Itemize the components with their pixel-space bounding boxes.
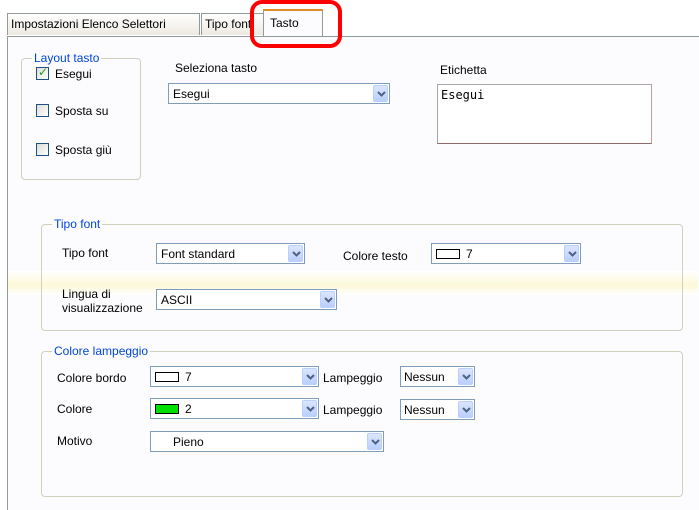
tab-bar: Impostazioni Elenco Selettori Tipo font … [0, 0, 699, 37]
tab-impostazioni-elenco-selettori[interactable]: Impostazioni Elenco Selettori [7, 13, 200, 35]
color-swatch [155, 404, 179, 414]
chevron-down-icon[interactable] [288, 245, 303, 262]
colore-lampeggio-title: Colore lampeggio [52, 344, 151, 358]
seleziona-tasto-label: Seleziona tasto [175, 61, 258, 75]
chevron-down-icon[interactable] [458, 368, 473, 385]
etichetta-label: Etichetta [440, 63, 487, 77]
color-swatch [155, 372, 179, 382]
motivo-select[interactable]: Pieno [150, 431, 384, 452]
selected-value: 7 [466, 247, 473, 261]
selected-value: Nessun [404, 370, 445, 384]
color-swatch [436, 249, 460, 259]
tipo-font-label: Tipo font [62, 246, 109, 260]
chevron-down-icon[interactable] [302, 368, 317, 385]
etichetta-textarea[interactable]: Esegui [437, 84, 652, 144]
motivo-label: Motivo [57, 434, 93, 448]
layout-tasto-title: Layout tasto [32, 51, 102, 65]
sposta-giu-checkbox[interactable] [36, 143, 49, 156]
chevron-down-icon[interactable] [458, 401, 473, 418]
colore-select[interactable]: 2 [150, 398, 319, 419]
colore-bordo-label: Colore bordo [57, 371, 127, 385]
selected-value: Pieno [173, 435, 204, 449]
chevron-down-icon[interactable] [373, 85, 388, 102]
selected-value: Font standard [161, 247, 236, 261]
selected-value: 2 [185, 402, 192, 416]
highlight-annotation [250, 0, 342, 48]
lampeggio-label-2: Lampeggio [323, 403, 383, 417]
sposta-giu-label: Sposta giù [55, 143, 112, 157]
seleziona-tasto-select[interactable]: Esegui [168, 83, 390, 104]
tipo-font-select[interactable]: Font standard [156, 243, 305, 264]
lampeggio-label-1: Lampeggio [323, 371, 383, 385]
checkmark-icon: ✓ [38, 65, 49, 79]
sposta-su-label: Sposta su [55, 104, 109, 118]
chevron-down-icon[interactable] [564, 245, 579, 262]
colore-label: Colore [57, 402, 93, 416]
tab-label: Impostazioni Elenco Selettori [11, 17, 166, 31]
chevron-down-icon[interactable] [367, 433, 382, 450]
lingua-label-line2: visualizzazione [62, 301, 143, 315]
tab-label: Tipo font [205, 17, 252, 31]
selected-value: ASCII [161, 293, 193, 307]
chevron-down-icon[interactable] [320, 291, 335, 308]
colore-testo-label: Colore testo [343, 249, 408, 263]
sposta-su-checkbox[interactable] [36, 104, 49, 117]
selected-value: Esegui [173, 87, 210, 101]
selected-value: 7 [185, 370, 192, 384]
lingua-select[interactable]: ASCII [156, 289, 337, 310]
esegui-checkbox[interactable]: ✓ [36, 65, 49, 80]
esegui-label: Esegui [55, 67, 92, 81]
etichetta-value: Esegui [441, 88, 485, 102]
lampeggio-select-2[interactable]: Nessun [400, 399, 475, 420]
tipo-font-title: Tipo font [52, 217, 103, 231]
chevron-down-icon[interactable] [302, 400, 317, 417]
colore-testo-select[interactable]: 7 [431, 243, 581, 264]
colore-bordo-select[interactable]: 7 [150, 366, 319, 387]
selected-value: Nessun [404, 403, 445, 417]
lingua-label-line1: Lingua di [62, 287, 111, 301]
lampeggio-select-1[interactable]: Nessun [400, 366, 475, 387]
